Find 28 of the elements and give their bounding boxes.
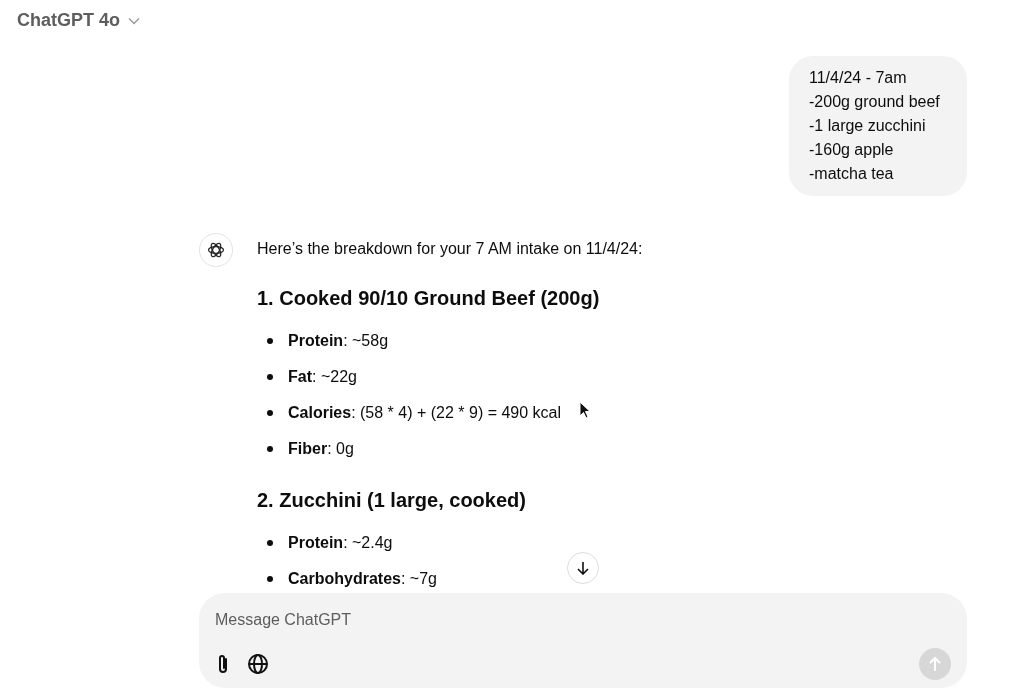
nutrient-line: Protein: ~58g [288,332,389,350]
section-heading: 1. Cooked 90/10 Ground Beef (200g) [257,286,601,311]
nutrient-line: Fat: ~22g [288,368,357,386]
bullet-dot [267,410,273,416]
model-selector[interactable]: ChatGPT 4o [17,10,140,31]
bullet-dot [267,446,273,452]
scroll-down-button[interactable] [567,552,599,584]
message-line: -200g ground beef [809,92,941,112]
message-line: -160g apple [809,140,895,160]
bullet-dot [267,576,273,582]
section-heading: 2. Zucchini (1 large, cooked) [257,488,527,513]
message-line: -matcha tea [809,164,895,184]
message-input[interactable]: Message ChatGPT [215,607,715,633]
globe-icon[interactable] [247,653,269,675]
bullet-dot [267,338,273,344]
response-intro: Here’s the breakdown for your 7 AM intake on 11/4/24: [257,239,643,259]
nutrient-line: Protein: ~2.4g [288,534,393,552]
mouse-pointer-icon [579,401,591,419]
arrow-down-icon [576,561,590,575]
message-line: -1 large zucchini [809,116,927,136]
arrow-up-icon [928,656,942,672]
nutrient-line: Fiber: 0g [288,440,354,458]
message-line: 11/4/24 - 7am [809,68,908,88]
bullet-dot [267,540,273,546]
bullet-dot [267,374,273,380]
nutrient-line: Calories: (58 * 4) + (22 * 9) = 490 kcal [288,404,562,422]
chevron-down-icon [128,16,140,25]
nutrient-line: Carbohydrates: ~7g [288,570,437,588]
